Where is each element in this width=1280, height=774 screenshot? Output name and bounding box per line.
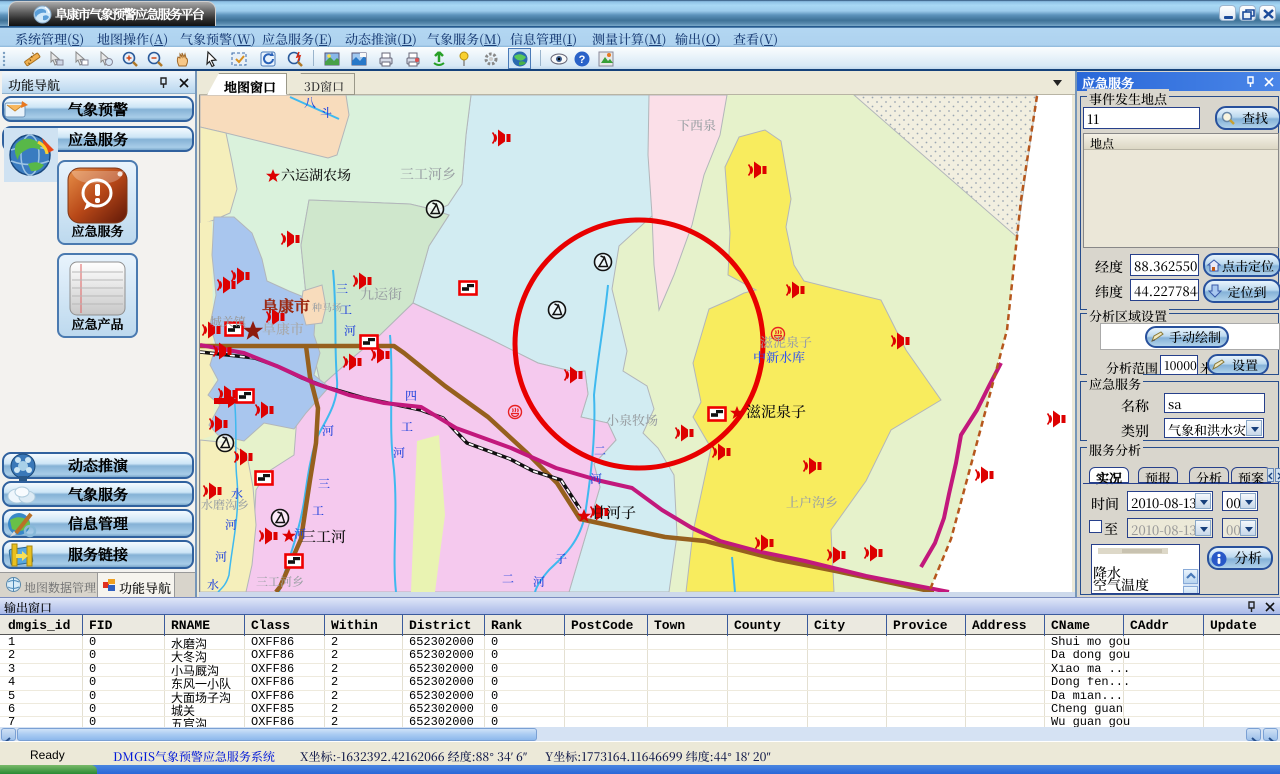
svg-text:六运湖农场: 六运湖农场 — [281, 165, 351, 185]
svg-text:三工河乡: 三工河乡 — [400, 164, 456, 184]
svg-text:河: 河 — [590, 470, 602, 487]
svg-text:河: 河 — [344, 322, 356, 339]
svg-text:甘河子: 甘河子 — [591, 502, 636, 523]
svg-text:河: 河 — [393, 444, 405, 461]
svg-text:河: 河 — [533, 573, 545, 590]
svg-text:河: 河 — [225, 516, 237, 533]
svg-text:工: 工 — [340, 301, 352, 318]
svg-text:工: 工 — [312, 502, 324, 519]
svg-text:水: 水 — [207, 576, 219, 592]
svg-text:三工河乡: 三工河乡 — [256, 573, 304, 590]
svg-text:下西泉: 下西泉 — [677, 115, 716, 134]
svg-text:二: 二 — [594, 442, 606, 459]
svg-text:河: 河 — [215, 548, 227, 565]
svg-text:小泉牧场: 小泉牧场 — [606, 410, 658, 429]
svg-text:斗: 斗 — [320, 104, 332, 121]
svg-text:?: ? — [579, 54, 586, 66]
svg-text:城关镇: 城关镇 — [210, 313, 246, 330]
svg-text:河: 河 — [322, 422, 334, 439]
svg-text:三: 三 — [336, 280, 348, 297]
svg-text:子: 子 — [555, 550, 567, 567]
svg-text:上户沟乡: 上户沟乡 — [786, 492, 838, 511]
svg-text:水: 水 — [231, 485, 243, 502]
svg-text:工: 工 — [401, 418, 413, 435]
svg-text:八: 八 — [304, 95, 316, 111]
svg-text:二: 二 — [502, 570, 514, 587]
svg-text:九运街: 九运街 — [360, 284, 402, 304]
svg-text:阜康市: 阜康市 — [262, 294, 310, 317]
svg-text:三: 三 — [318, 475, 330, 492]
svg-text:三工河: 三工河 — [301, 526, 346, 547]
svg-text:种马场: 种马场 — [312, 299, 342, 314]
svg-text:滋泥泉子: 滋泥泉子 — [746, 401, 806, 422]
svg-text:河: 河 — [294, 525, 306, 542]
svg-text:中新水库: 中新水库 — [753, 347, 805, 366]
svg-text:阜康市: 阜康市 — [262, 319, 304, 339]
svg-text:四: 四 — [405, 387, 417, 404]
